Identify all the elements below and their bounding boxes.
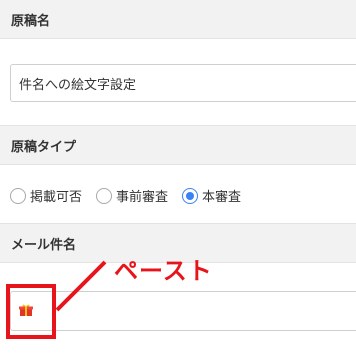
manuscript-name-input-value: 件名への絵文字設定 [19, 77, 137, 93]
paste-annotation-label: ペースト [114, 257, 213, 285]
manuscript-name-body: 件名への絵文字設定 [0, 39, 356, 125]
paste-highlight-box [6, 284, 56, 339]
radio-button[interactable] [96, 187, 113, 204]
manuscript-name-header: 原稿名 [0, 0, 356, 38]
manuscript-type-radio-group: 掲載可否 事前審査 本審査 [10, 186, 255, 205]
manuscript-name-input[interactable]: 件名への絵文字設定 [10, 64, 356, 102]
radio-label: 事前審査 [116, 190, 169, 205]
mail-subject-header-label: メール件名 [11, 237, 77, 253]
mail-subject-input[interactable] [10, 291, 356, 331]
manuscript-type-header-label: 原稿タイプ [11, 139, 77, 155]
radio-label: 本審査 [202, 190, 242, 205]
manuscript-name-header-label: 原稿名 [11, 13, 51, 29]
radio-option-keisai-kahi[interactable]: 掲載可否 [10, 186, 82, 205]
radio-label: 掲載可否 [30, 190, 83, 205]
radio-button-selected[interactable] [182, 187, 199, 204]
manuscript-form: 原稿名 件名への絵文字設定 原稿タイプ 掲載可否 事前審査 本審査 メール件名 [0, 0, 356, 354]
radio-button[interactable] [10, 187, 26, 204]
radio-option-hon-shinsa[interactable]: 本審査 [182, 186, 241, 205]
manuscript-type-header: 原稿タイプ [0, 126, 356, 164]
radio-option-jizen-shinsa[interactable]: 事前審査 [96, 186, 168, 205]
